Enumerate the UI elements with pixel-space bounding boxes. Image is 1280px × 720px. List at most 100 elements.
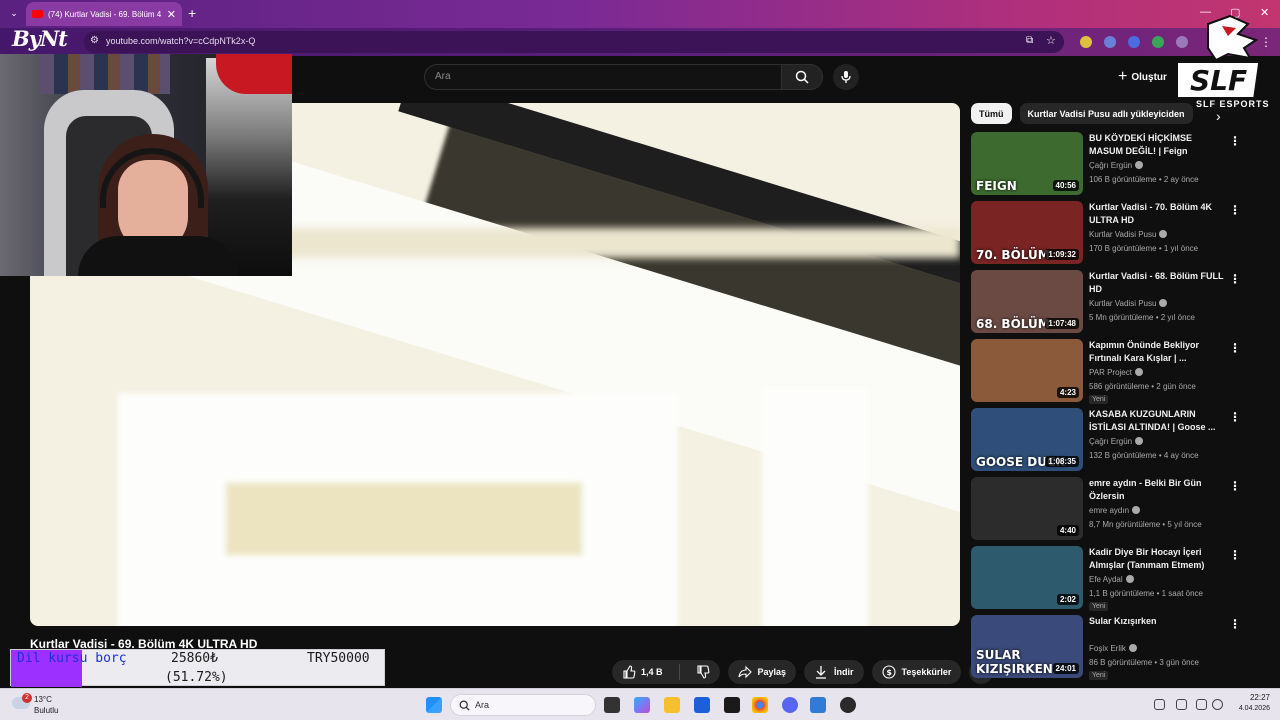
video-duration: 2:02 xyxy=(1056,594,1079,605)
recommendation-item[interactable]: 68. BÖLÜM 1:07:48 Kurtlar Vadisi - 68. Böl… xyxy=(971,270,1251,339)
video-duration: 1:09:32 xyxy=(1045,249,1079,260)
windows-start-icon[interactable] xyxy=(426,697,442,713)
download-button[interactable]: İndir xyxy=(804,660,864,684)
thanks-button[interactable]: $ Teşekkürler xyxy=(871,660,962,684)
taskbar-search[interactable]: Ara xyxy=(450,694,596,716)
divider xyxy=(678,664,680,680)
like-button[interactable]: 1,4 B xyxy=(612,660,673,684)
recommendation-item[interactable]: GOOSE DUCK 1:08:35 KASABA KUZGUNLARIN İSTİ… xyxy=(971,408,1251,477)
svg-text:$: $ xyxy=(886,668,892,677)
filter-chips: Tümü Kurtlar Vadisi Pusu adlı yükleyicid… xyxy=(971,103,1193,124)
search-input[interactable]: Ara xyxy=(424,64,782,90)
donation-percent: (51.72%) xyxy=(165,670,228,685)
more-options-icon[interactable]: ⋮ xyxy=(1229,134,1241,148)
weather-widget[interactable]: 2 13°C Bulutlu xyxy=(12,693,72,717)
video-thumbnail[interactable]: 68. BÖLÜM 1:07:48 xyxy=(971,270,1083,333)
chip-all[interactable]: Tümü xyxy=(971,103,1012,124)
chevron-right-icon[interactable]: › xyxy=(1216,108,1221,124)
video-thumbnail[interactable]: FEIGN 40:56 xyxy=(971,132,1083,195)
download-label: İndir xyxy=(834,667,854,677)
app-icon[interactable] xyxy=(810,697,826,713)
bookmark-star-icon[interactable]: ☆ xyxy=(1046,34,1056,47)
channel-name[interactable]: Foşix Erlik xyxy=(1089,644,1137,653)
chrome-icon[interactable] xyxy=(752,697,768,713)
omnibox[interactable]: ⚙ youtube.com/watch?v=cCdpNTk2x-Q ⧉ ☆ xyxy=(84,31,1064,53)
video-title-link[interactable]: Kapımın Önünde Bekliyor Fırtınalı Kara K… xyxy=(1089,339,1227,365)
streamer-logo-text: ByNt xyxy=(12,26,68,51)
channel-name[interactable]: Çağrı Ergün xyxy=(1089,437,1144,446)
recommendation-item[interactable]: 2:02 Kadir Diye Bir Hocayı İçeri Almışlar… xyxy=(971,546,1251,615)
obs-icon[interactable] xyxy=(840,697,856,713)
channel-name[interactable]: Efe Aydal xyxy=(1089,575,1134,584)
video-title-link[interactable]: Kurtlar Vadisi - 70. Bölüm 4K ULTRA HD xyxy=(1089,201,1227,227)
video-thumbnail[interactable]: 70. BÖLÜM 1:09:32 xyxy=(971,201,1083,264)
search-icon xyxy=(795,70,809,84)
channel-name[interactable]: Çağrı Ergün xyxy=(1089,161,1144,170)
chip-from-uploader[interactable]: Kurtlar Vadisi Pusu adlı yükleyiciden xyxy=(1019,103,1193,124)
store-icon[interactable] xyxy=(694,697,710,713)
volume-icon[interactable] xyxy=(1212,699,1223,710)
extension-icon[interactable] xyxy=(1128,36,1140,48)
tab-search-icon[interactable]: ⌄ xyxy=(6,5,22,21)
recommendation-item[interactable]: 4:40 emre aydın - Belki Bir Gün Özlersin e… xyxy=(971,477,1251,546)
thumbnail-text: 70. BÖLÜM xyxy=(976,248,1050,262)
discord-icon[interactable] xyxy=(782,697,798,713)
more-options-icon[interactable]: ⋮ xyxy=(1229,479,1241,493)
video-title-link[interactable]: Sular Kızışırken xyxy=(1089,615,1227,628)
microphone-tray-icon[interactable] xyxy=(1176,699,1187,710)
create-button[interactable]: + Oluştur xyxy=(1118,68,1167,86)
channel-name[interactable]: emre aydın xyxy=(1089,506,1141,515)
task-view-icon[interactable] xyxy=(604,697,620,713)
video-title-link[interactable]: BU KÖYDEKİ HİÇKİMSE MASUM DEĞİL! | Feign xyxy=(1089,132,1227,158)
verified-icon xyxy=(1159,230,1168,238)
verified-icon xyxy=(1135,161,1144,169)
recommendation-item[interactable]: 70. BÖLÜM 1:09:32 Kurtlar Vadisi - 70. Böl… xyxy=(971,201,1251,270)
video-thumbnail[interactable]: 2:02 xyxy=(971,546,1083,609)
video-title-link[interactable]: Kurtlar Vadisi - 68. Bölüm FULL HD xyxy=(1089,270,1227,296)
video-thumbnail[interactable]: GOOSE DUCK 1:08:35 xyxy=(971,408,1083,471)
dislike-button[interactable] xyxy=(686,660,720,684)
video-thumbnail[interactable]: 4:23 xyxy=(971,339,1083,402)
more-options-icon[interactable]: ⋮ xyxy=(1229,203,1241,217)
display-icon[interactable] xyxy=(1196,699,1207,710)
more-options-icon[interactable]: ⋮ xyxy=(1229,341,1241,355)
close-tab-icon[interactable]: ✕ xyxy=(167,8,176,21)
verified-icon xyxy=(1159,299,1168,307)
app-icon[interactable] xyxy=(724,697,740,713)
channel-name[interactable]: PAR Project xyxy=(1089,368,1143,377)
channel-name[interactable]: Kurtlar Vadisi Pusu xyxy=(1089,299,1168,308)
channel-name-text: PAR Project xyxy=(1089,368,1132,377)
video-meta: 586 görüntüleme • 2 gün önce xyxy=(1089,382,1196,391)
recommendation-item[interactable]: FEIGN 40:56 BU KÖYDEKİ HİÇKİMSE MASUM DEĞİ… xyxy=(971,132,1251,201)
video-thumbnail[interactable]: 4:40 xyxy=(971,477,1083,540)
new-badge: Yeni xyxy=(1089,395,1109,404)
copilot-icon[interactable] xyxy=(634,697,650,713)
video-title-link[interactable]: emre aydın - Belki Bir Gün Özlersin xyxy=(1089,477,1227,503)
system-clock[interactable]: 22:27 4.04.2026 xyxy=(1226,693,1270,712)
microphone-icon xyxy=(841,71,851,83)
more-options-icon[interactable]: ⋮ xyxy=(1229,617,1241,631)
new-tab-button[interactable]: + xyxy=(188,5,196,21)
cast-icon[interactable]: ⧉ xyxy=(1026,35,1033,46)
more-options-icon[interactable]: ⋮ xyxy=(1229,548,1241,562)
extension-icon[interactable] xyxy=(1152,36,1164,48)
file-explorer-icon[interactable] xyxy=(664,697,680,713)
voice-search-button[interactable] xyxy=(833,64,859,90)
video-title-link[interactable]: KASABA KUZGUNLARIN İSTİLASI ALTINDA! | G… xyxy=(1089,408,1227,434)
share-button[interactable]: Paylaş xyxy=(727,660,797,684)
search-button[interactable] xyxy=(781,64,823,90)
channel-name[interactable]: Kurtlar Vadisi Pusu xyxy=(1089,230,1168,239)
network-icon[interactable] xyxy=(1154,699,1165,710)
url-text[interactable]: youtube.com/watch?v=cCdpNTk2x-Q xyxy=(106,36,255,46)
search-icon xyxy=(459,700,470,711)
recommendation-item[interactable]: SULAR KIZIŞIRKEN 24:01 Sular Kızışırken Foş… xyxy=(971,615,1251,684)
video-thumbnail[interactable]: SULAR KIZIŞIRKEN 24:01 xyxy=(971,615,1083,678)
more-options-icon[interactable]: ⋮ xyxy=(1229,410,1241,424)
verified-icon xyxy=(1135,437,1144,445)
recommendation-item[interactable]: 4:23 Kapımın Önünde Bekliyor Fırtınalı Ka… xyxy=(971,339,1251,408)
video-title-link[interactable]: Kadir Diye Bir Hocayı İçeri Almışlar (Ta… xyxy=(1089,546,1227,572)
more-options-icon[interactable]: ⋮ xyxy=(1229,272,1241,286)
video-meta: 8,7 Mn görüntüleme • 5 yıl önce xyxy=(1089,520,1202,529)
extension-icon[interactable] xyxy=(1104,36,1116,48)
extension-icon[interactable] xyxy=(1080,36,1092,48)
